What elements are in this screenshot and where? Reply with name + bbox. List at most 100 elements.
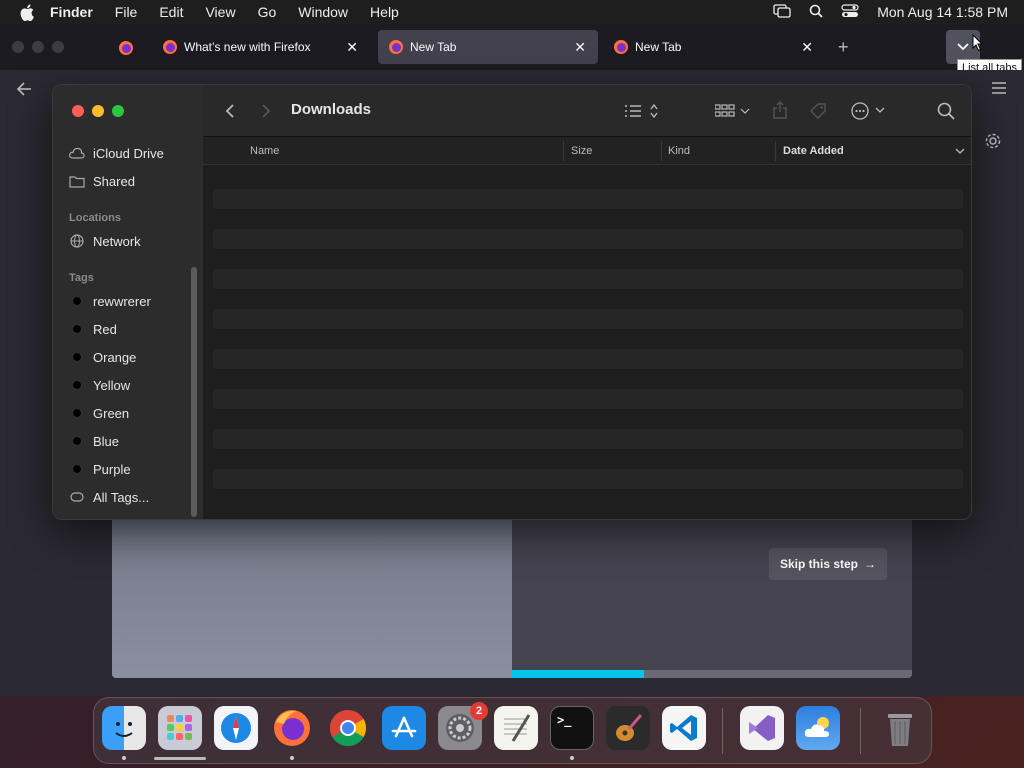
sidebar-tag-blue[interactable]: Blue	[69, 430, 119, 452]
zoom-button[interactable]	[112, 105, 124, 117]
sidebar-scrollbar[interactable]	[191, 267, 197, 517]
sidebar-tag-rewwrerer[interactable]: rewwrerer	[69, 290, 151, 312]
close-tab-icon[interactable]: ✕	[574, 39, 586, 56]
sidebar-tag-yellow[interactable]: Yellow	[69, 374, 130, 396]
spotlight-search-icon[interactable]	[809, 4, 823, 21]
apple-menu-icon[interactable]	[18, 3, 36, 21]
tab-new-tab-active[interactable]: New Tab ✕	[378, 30, 598, 64]
progress-fill	[512, 670, 644, 678]
list-view-icon[interactable]	[625, 103, 663, 123]
dock-separator	[722, 708, 723, 754]
sidebar-tag-red[interactable]: Red	[69, 318, 117, 340]
new-tab-plus-icon[interactable]: +	[838, 37, 849, 58]
tab-label: New Tab	[410, 40, 457, 54]
dock-firefox[interactable]	[270, 706, 314, 750]
menu-view[interactable]: View	[205, 4, 235, 20]
sidebar-section-locations: Locations	[69, 212, 121, 224]
sidebar-item-label: Blue	[93, 433, 120, 449]
dock-system-settings[interactable]: 2	[438, 702, 488, 750]
dock-visual-studio[interactable]	[740, 706, 784, 750]
column-header-row: Name Size Kind Date Added	[203, 137, 971, 165]
sidebar-item-label: Orange	[93, 349, 137, 365]
sidebar-tag-green[interactable]: Green	[69, 402, 129, 424]
column-header-name[interactable]: Name	[250, 145, 279, 157]
gear-icon[interactable]	[984, 132, 1002, 150]
share-icon[interactable]	[773, 101, 787, 121]
list-item	[213, 309, 963, 329]
tab-new-tab[interactable]: New Tab ✕	[603, 30, 825, 64]
dock: 2 >_	[93, 697, 932, 764]
weather-cloud-sun-icon	[804, 717, 829, 737]
list-item	[213, 269, 963, 289]
list-item	[213, 389, 963, 409]
launchpad-grid-icon	[167, 715, 192, 740]
guitar-icon	[616, 714, 643, 741]
sidebar-item-network[interactable]: Network	[69, 230, 141, 252]
tag-icon[interactable]	[809, 102, 827, 122]
dock-chrome[interactable]	[326, 706, 370, 750]
window-close-button[interactable]	[12, 41, 24, 53]
sidebar-tag-purple[interactable]: Purple	[69, 458, 131, 480]
list-item	[213, 349, 963, 369]
column-header-size[interactable]: Size	[571, 145, 592, 157]
back-chevron-icon[interactable]	[223, 103, 237, 123]
mouse-cursor-icon	[972, 34, 984, 52]
dock-launchpad[interactable]	[158, 706, 202, 750]
group-by-icon[interactable]	[715, 103, 751, 123]
menu-window[interactable]: Window	[298, 4, 348, 20]
close-tab-icon[interactable]: ✕	[346, 39, 358, 56]
sidebar-item-label: rewwrerer	[93, 293, 151, 309]
menu-go[interactable]: Go	[258, 4, 277, 20]
shared-folder-icon	[69, 173, 85, 189]
compass-icon	[221, 713, 251, 743]
column-divider[interactable]	[661, 141, 662, 161]
column-divider[interactable]	[563, 141, 564, 161]
window-minimize-button[interactable]	[32, 41, 44, 53]
sidebar-all-tags[interactable]: All Tags...	[69, 486, 149, 508]
control-center-icon[interactable]	[841, 3, 859, 21]
sort-chevron-down-icon[interactable]	[955, 148, 965, 155]
hamburger-menu-icon[interactable]	[992, 82, 1006, 94]
close-button[interactable]	[72, 105, 84, 117]
app-store-icon	[391, 716, 417, 738]
dock-garageband[interactable]	[606, 706, 650, 750]
column-header-kind[interactable]: Kind	[668, 145, 690, 157]
tag-dot-icon	[72, 380, 82, 390]
forward-chevron-icon[interactable]	[259, 103, 273, 123]
search-icon[interactable]	[937, 102, 955, 122]
close-tab-icon[interactable]: ✕	[801, 39, 813, 56]
more-actions-icon[interactable]	[851, 102, 887, 122]
chrome-icon	[329, 710, 367, 747]
all-tags-icon	[69, 489, 85, 505]
firefox-view-icon[interactable]	[118, 40, 134, 56]
dock-trash[interactable]	[878, 706, 922, 750]
onboarding-progress-bar	[512, 670, 912, 678]
column-divider[interactable]	[775, 141, 776, 161]
skip-this-step-button[interactable]: Skip this step →	[769, 548, 887, 580]
dock-terminal[interactable]: >_	[550, 706, 594, 750]
menu-app-name[interactable]: Finder	[50, 4, 93, 20]
dock-safari[interactable]	[214, 706, 258, 750]
menu-datetime[interactable]: Mon Aug 14 1:58 PM	[877, 4, 1008, 20]
window-zoom-button[interactable]	[52, 41, 64, 53]
sidebar-item-shared[interactable]: Shared	[69, 170, 135, 192]
dock-textedit[interactable]	[494, 706, 538, 750]
tab-whats-new[interactable]: What’s new with Firefox ✕	[152, 30, 370, 64]
menu-help[interactable]: Help	[370, 4, 399, 20]
dock-app-store[interactable]	[382, 706, 426, 750]
sidebar-tag-orange[interactable]: Orange	[69, 346, 136, 368]
menu-file[interactable]: File	[115, 4, 138, 20]
tag-dot-icon	[72, 464, 82, 474]
dock-weather[interactable]	[796, 706, 840, 750]
back-arrow-icon[interactable]	[16, 82, 32, 96]
menu-edit[interactable]: Edit	[159, 4, 183, 20]
screen-mirroring-icon[interactable]	[773, 3, 791, 21]
sidebar-item-icloud-drive[interactable]: iCloud Drive	[69, 142, 164, 164]
finder-main: Downloads Name Size Kind Date Added	[203, 85, 971, 519]
minimize-button[interactable]	[92, 105, 104, 117]
firefox-favicon-icon	[162, 39, 178, 55]
finder-sidebar: iCloud Drive Shared Locations Network Ta…	[53, 85, 203, 519]
dock-finder[interactable]	[102, 706, 146, 750]
column-header-date-added[interactable]: Date Added	[783, 145, 844, 157]
dock-vscode[interactable]	[662, 706, 706, 750]
